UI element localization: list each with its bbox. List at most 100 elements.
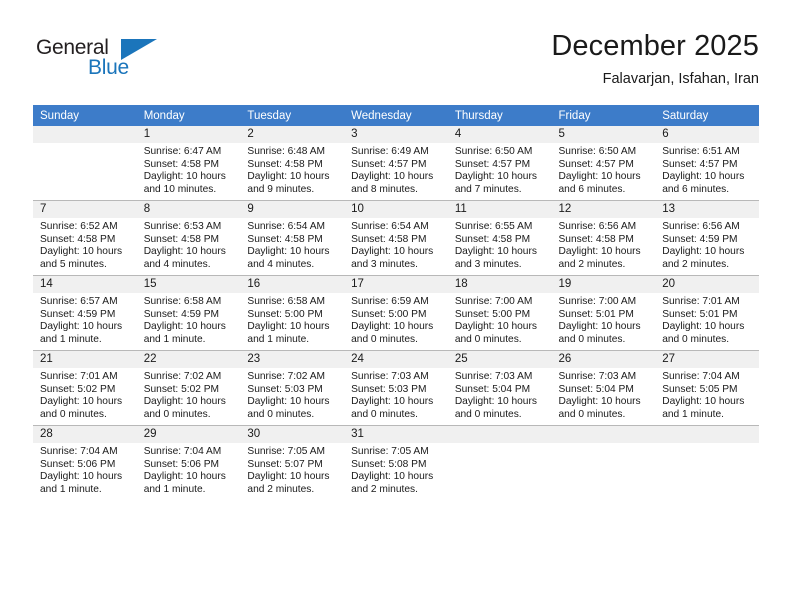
sunrise-line: Sunrise: 6:53 AM — [143, 221, 222, 232]
calendar-day-cell[interactable]: 24 Sunrise: 7:03 AM Sunset: 5:03 PM Dayligh… — [344, 350, 448, 426]
calendar-day-cell[interactable]: 7 Sunrise: 6:52 AM Sunset: 4:58 PM Daylight… — [33, 200, 137, 276]
calendar-day-cell[interactable]: 25 Sunrise: 7:03 AM Sunset: 5:04 PM Dayligh… — [447, 350, 552, 426]
sunset-line: Sunset: 5:03 PM — [351, 383, 427, 395]
daylight-line-2: and 0 minutes. — [454, 408, 522, 420]
calendar-day-cell[interactable]: 19 Sunrise: 7:00 AM Sunset: 5:01 PM Dayligh… — [551, 275, 656, 351]
calendar-day-cell[interactable]: 4 Sunrise: 6:50 AM Sunset: 4:57 PM Daylight… — [447, 126, 552, 201]
day-detail-lines: Sunrise: 7:00 AM Sunset: 5:00 PM Daylight:… — [448, 293, 552, 346]
calendar-day-cell[interactable] — [655, 425, 759, 500]
calendar-day-cell[interactable]: 22 Sunrise: 7:02 AM Sunset: 5:02 PM Dayligh… — [136, 350, 241, 426]
day-number: 7 — [33, 201, 137, 218]
calendar-day-cell[interactable]: 28 Sunrise: 7:04 AM Sunset: 5:06 PM Dayligh… — [33, 425, 137, 500]
daylight-line-1: Daylight: 10 hours — [662, 246, 745, 258]
sunrise-line: Sunrise: 7:02 AM — [143, 371, 222, 382]
calendar-day-cell[interactable]: 16 Sunrise: 6:58 AM Sunset: 5:00 PM Dayligh… — [240, 275, 345, 351]
page-subtitle: Falavarjan, Isfahan, Iran — [602, 71, 759, 87]
day-number: 2 — [240, 126, 345, 143]
daylight-line-2: and 0 minutes. — [351, 333, 418, 345]
day-cell-inner — [33, 126, 137, 200]
sunrise-line: Sunrise: 6:52 AM — [40, 221, 118, 232]
day-number: 14 — [33, 276, 137, 293]
day-detail-lines: Sunrise: 7:04 AM Sunset: 5:05 PM Daylight:… — [655, 368, 759, 421]
daylight-line-2: and 0 minutes. — [558, 333, 626, 345]
day-detail-lines: Sunrise: 6:59 AM Sunset: 5:00 PM Daylight:… — [344, 293, 448, 346]
sunrise-line: Sunrise: 7:04 AM — [40, 446, 118, 457]
day-cell-inner: 8 Sunrise: 6:53 AM Sunset: 4:58 PM Daylight… — [136, 201, 241, 275]
daylight-line-2: and 4 minutes. — [247, 258, 315, 270]
calendar-day-cell[interactable]: 1 Sunrise: 6:47 AM Sunset: 4:58 PM Daylight… — [136, 126, 241, 201]
sunset-line: Sunset: 5:03 PM — [247, 383, 323, 395]
calendar-day-cell[interactable]: 17 Sunrise: 6:59 AM Sunset: 5:00 PM Dayligh… — [344, 275, 448, 351]
day-number: 10 — [344, 201, 448, 218]
day-number — [33, 126, 137, 143]
calendar-day-cell[interactable]: 9 Sunrise: 6:54 AM Sunset: 4:58 PM Daylight… — [240, 200, 345, 276]
daylight-line-2: and 1 minute. — [40, 333, 102, 345]
calendar-day-cell[interactable]: 10 Sunrise: 6:54 AM Sunset: 4:58 PM Dayligh… — [344, 200, 448, 276]
calendar-day-cell[interactable]: 6 Sunrise: 6:51 AM Sunset: 4:57 PM Daylight… — [655, 126, 759, 201]
sunset-line: Sunset: 4:58 PM — [558, 233, 634, 245]
calendar-week-row: 28 Sunrise: 7:04 AM Sunset: 5:06 PM Dayligh… — [33, 425, 759, 500]
daylight-line-2: and 1 minute. — [143, 333, 206, 345]
calendar-day-cell[interactable]: 2 Sunrise: 6:48 AM Sunset: 4:58 PM Daylight… — [240, 126, 345, 201]
sunset-line: Sunset: 4:57 PM — [454, 158, 531, 170]
day-detail-lines: Sunrise: 7:02 AM Sunset: 5:03 PM Daylight:… — [240, 368, 344, 421]
calendar-day-cell[interactable]: 18 Sunrise: 7:00 AM Sunset: 5:00 PM Dayligh… — [447, 275, 552, 351]
daylight-line-1: Daylight: 10 hours — [351, 471, 434, 483]
calendar-day-cell[interactable]: 27 Sunrise: 7:04 AM Sunset: 5:05 PM Dayligh… — [655, 350, 759, 426]
daylight-line-1: Daylight: 10 hours — [454, 321, 537, 333]
sunrise-line: Sunrise: 7:04 AM — [662, 371, 740, 382]
sunset-line: Sunset: 5:00 PM — [454, 308, 531, 320]
day-number: 13 — [655, 201, 759, 218]
daylight-line-2: and 1 minute. — [247, 333, 310, 345]
day-cell-inner: 15 Sunrise: 6:58 AM Sunset: 4:59 PM Dayligh… — [136, 276, 241, 350]
calendar-day-cell[interactable]: 31 Sunrise: 7:05 AM Sunset: 5:08 PM Dayligh… — [344, 425, 448, 500]
day-detail-lines: Sunrise: 7:05 AM Sunset: 5:08 PM Daylight:… — [344, 443, 448, 496]
weekday-header-row: Sunday Monday Tuesday Wednesday Thursday… — [33, 105, 759, 126]
calendar-day-cell[interactable] — [33, 126, 137, 201]
daylight-line-2: and 5 minutes. — [40, 258, 107, 270]
calendar-day-cell[interactable]: 3 Sunrise: 6:49 AM Sunset: 4:57 PM Daylight… — [344, 126, 448, 201]
calendar-day-cell[interactable] — [447, 425, 552, 500]
calendar-day-cell[interactable]: 12 Sunrise: 6:56 AM Sunset: 4:58 PM Dayligh… — [551, 200, 656, 276]
daylight-line-2: and 0 minutes. — [662, 333, 730, 345]
calendar-day-cell[interactable]: 8 Sunrise: 6:53 AM Sunset: 4:58 PM Daylight… — [136, 200, 241, 276]
calendar-day-cell[interactable]: 30 Sunrise: 7:05 AM Sunset: 5:07 PM Dayligh… — [240, 425, 345, 500]
calendar-day-cell[interactable]: 26 Sunrise: 7:03 AM Sunset: 5:04 PM Dayligh… — [551, 350, 656, 426]
day-cell-inner: 2 Sunrise: 6:48 AM Sunset: 4:58 PM Daylight… — [240, 126, 345, 200]
calendar-day-cell[interactable]: 13 Sunrise: 6:56 AM Sunset: 4:59 PM Dayligh… — [655, 200, 759, 276]
calendar-day-cell[interactable]: 14 Sunrise: 6:57 AM Sunset: 4:59 PM Dayligh… — [33, 275, 137, 351]
sunset-line: Sunset: 5:07 PM — [247, 458, 323, 470]
daylight-line-2: and 3 minutes. — [351, 258, 418, 270]
sunrise-line: Sunrise: 7:05 AM — [247, 446, 325, 457]
calendar-day-cell[interactable]: 23 Sunrise: 7:02 AM Sunset: 5:03 PM Dayligh… — [240, 350, 345, 426]
sunset-line: Sunset: 5:06 PM — [40, 458, 116, 470]
daylight-line-1: Daylight: 10 hours — [247, 321, 330, 333]
calendar-grid: Sunday Monday Tuesday Wednesday Thursday… — [33, 105, 759, 500]
day-cell-inner: 10 Sunrise: 6:54 AM Sunset: 4:58 PM Dayligh… — [344, 201, 448, 275]
calendar-day-cell[interactable] — [551, 425, 656, 500]
day-number: 6 — [655, 126, 759, 143]
sunset-line: Sunset: 4:58 PM — [454, 233, 531, 245]
calendar-day-cell[interactable]: 29 Sunrise: 7:04 AM Sunset: 5:06 PM Dayligh… — [136, 425, 241, 500]
daylight-line-2: and 2 minutes. — [351, 483, 418, 495]
daylight-line-1: Daylight: 10 hours — [247, 396, 330, 408]
daylight-line-2: and 6 minutes. — [558, 183, 626, 195]
sunrise-line: Sunrise: 7:01 AM — [40, 371, 118, 382]
daylight-line-1: Daylight: 10 hours — [247, 471, 330, 483]
calendar-day-cell[interactable]: 21 Sunrise: 7:01 AM Sunset: 5:02 PM Dayligh… — [33, 350, 137, 426]
weekday-header-sunday: Sunday — [33, 105, 137, 126]
day-number — [551, 426, 656, 443]
sunset-line: Sunset: 5:08 PM — [351, 458, 427, 470]
day-detail-lines: Sunrise: 7:03 AM Sunset: 5:04 PM Daylight:… — [552, 368, 656, 421]
calendar-day-cell[interactable]: 5 Sunrise: 6:50 AM Sunset: 4:57 PM Daylight… — [551, 126, 656, 201]
day-detail-lines — [33, 143, 137, 146]
calendar-day-cell[interactable]: 11 Sunrise: 6:55 AM Sunset: 4:58 PM Dayligh… — [447, 200, 552, 276]
calendar-day-cell[interactable]: 20 Sunrise: 7:01 AM Sunset: 5:01 PM Dayligh… — [655, 275, 759, 351]
day-cell-inner: 13 Sunrise: 6:56 AM Sunset: 4:59 PM Dayligh… — [655, 201, 759, 275]
sunset-line: Sunset: 4:59 PM — [143, 308, 220, 320]
day-cell-inner: 21 Sunrise: 7:01 AM Sunset: 5:02 PM Dayligh… — [33, 351, 137, 425]
sunrise-line: Sunrise: 7:04 AM — [143, 446, 222, 457]
day-cell-inner: 16 Sunrise: 6:58 AM Sunset: 5:00 PM Dayligh… — [240, 276, 345, 350]
calendar-day-cell[interactable]: 15 Sunrise: 6:58 AM Sunset: 4:59 PM Dayligh… — [136, 275, 241, 351]
sunrise-line: Sunrise: 7:05 AM — [351, 446, 429, 457]
